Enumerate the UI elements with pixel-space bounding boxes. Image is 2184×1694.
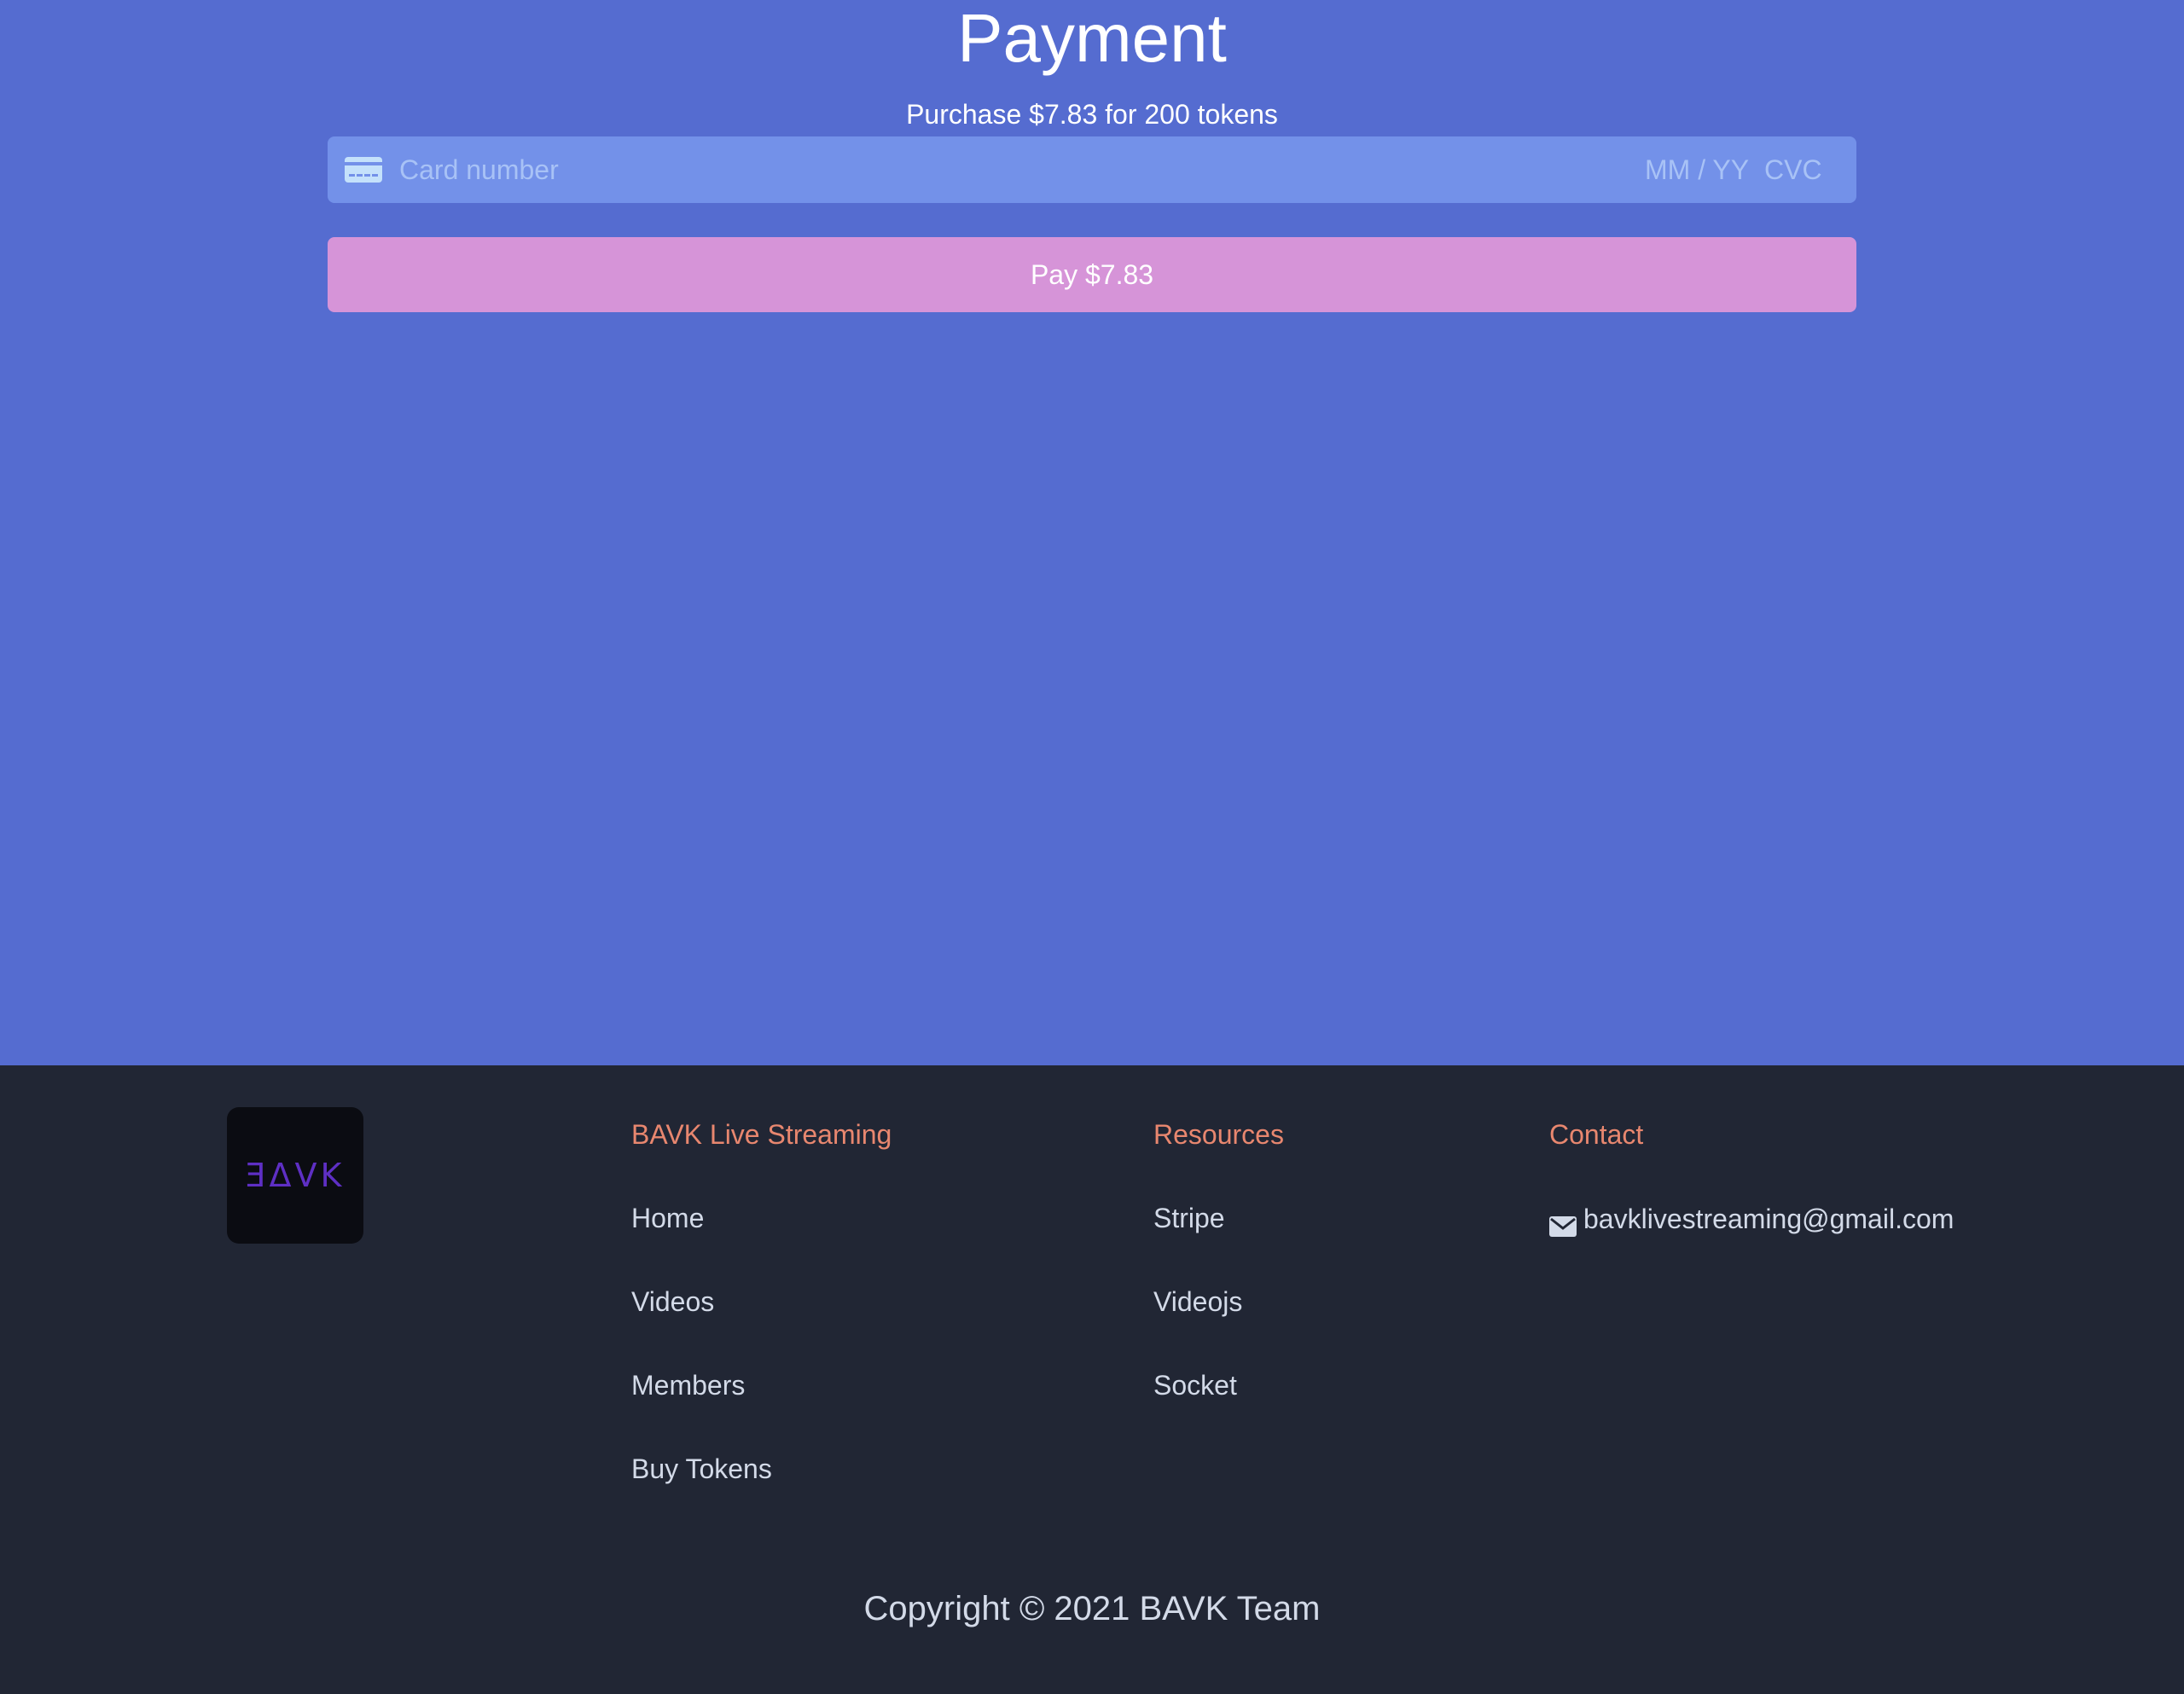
footer-heading-resources: Resources xyxy=(1153,1119,1284,1150)
footer-link-members[interactable]: Members xyxy=(631,1368,745,1402)
pay-button[interactable]: Pay $7.83 xyxy=(328,237,1856,312)
cvc-input[interactable]: CVC xyxy=(1764,136,1822,203)
card-input-field[interactable]: Card number MM / YY CVC xyxy=(328,136,1856,203)
page-title: Payment xyxy=(957,0,1227,76)
footer-link-home[interactable]: Home xyxy=(631,1201,704,1235)
purchase-summary: Purchase $7.83 for 200 tokens xyxy=(906,99,1278,130)
bavk-logo[interactable]: ƎΔVK xyxy=(227,1107,363,1244)
envelope-icon xyxy=(1549,1210,1577,1237)
card-number-input[interactable]: Card number xyxy=(399,136,559,203)
footer-heading-contact: Contact xyxy=(1549,1119,1644,1150)
copyright-text: Copyright © 2021 BAVK Team xyxy=(863,1590,1321,1627)
footer-link-buy-tokens[interactable]: Buy Tokens xyxy=(631,1452,772,1486)
footer-link-videojs[interactable]: Videojs xyxy=(1153,1285,1242,1319)
logo-text: ƎΔVK xyxy=(245,1157,346,1194)
site-footer: ƎΔVK BAVK Live Streaming Home Videos Mem… xyxy=(0,1065,2184,1694)
credit-card-icon xyxy=(345,157,382,183)
footer-link-socket[interactable]: Socket xyxy=(1153,1368,1237,1402)
footer-link-videos[interactable]: Videos xyxy=(631,1285,714,1319)
payment-section: Payment Purchase $7.83 for 200 tokens Ca… xyxy=(0,0,2184,1065)
contact-email[interactable]: bavklivestreaming@gmail.com xyxy=(1583,1202,1954,1236)
footer-link-stripe[interactable]: Stripe xyxy=(1153,1201,1225,1235)
footer-heading-bavk-live-streaming: BAVK Live Streaming xyxy=(631,1119,892,1150)
expiry-date-input[interactable]: MM / YY xyxy=(1645,136,1749,203)
